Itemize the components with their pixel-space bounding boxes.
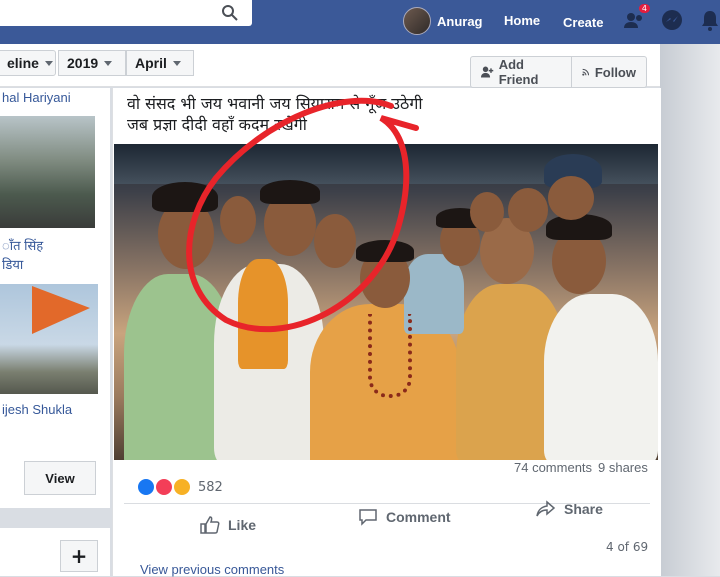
notifications-icon[interactable] [698,8,720,32]
friend-name-2-line2[interactable]: डिया [2,255,23,273]
top-navigation-bar: Anurag Home Create 4 [0,0,720,44]
month-select[interactable]: April [126,50,194,76]
create-link[interactable]: Create [563,15,603,30]
wow-reaction-icon [172,477,192,497]
rss-icon [582,68,590,76]
highlight-circle [186,97,419,333]
profile-name: Anurag [437,13,483,29]
profile-link[interactable]: Anurag [403,7,483,35]
follow-button[interactable]: Follow [571,56,647,88]
comments-pager: 4 of 69 [606,540,649,554]
home-link[interactable]: Home [504,13,540,28]
search-icon[interactable] [220,4,240,22]
friend-requests-icon[interactable]: 4 [622,4,650,32]
add-friend-icon [481,66,494,78]
friend-photo-1[interactable] [0,116,95,228]
messenger-icon[interactable] [660,8,684,32]
share-label: Share [564,501,603,517]
view-previous-comments-link[interactable]: View previous comments [140,562,284,577]
year-select[interactable]: 2019 [58,50,126,76]
timeline-select-label: eline [7,55,39,71]
add-button[interactable]: + [60,540,98,572]
view-button[interactable]: View [24,461,96,495]
love-reaction-icon [154,477,174,497]
friend-name-2-line1[interactable]: ाँत सिंह [2,236,43,254]
chevron-down-icon [104,60,113,66]
comment-button[interactable]: Comment [358,508,451,526]
add-friend-label: Add Friend [498,57,539,87]
face-9 [548,176,594,220]
flag-image [32,286,90,334]
shares-count[interactable]: 9 shares [598,460,648,475]
comment-icon [359,509,377,526]
avatar [403,7,431,35]
year-select-label: 2019 [67,55,99,71]
friend-name-3[interactable]: ijesh Shukla [2,402,72,417]
follow-label: Follow [594,64,636,80]
right-background [660,44,720,576]
add-friend-button[interactable]: Add Friend [470,56,572,88]
person-white-kurta [544,294,658,460]
like-button[interactable]: Like [200,516,256,534]
comments-count[interactable]: 74 comments [514,460,592,475]
face-11 [470,192,504,232]
friend-name-1[interactable]: hal Hariyani [2,90,71,105]
like-reaction-icon [136,477,156,497]
chevron-down-icon [44,60,53,66]
comment-label: Comment [386,509,451,525]
like-label: Like [228,517,257,533]
reactions-count: 582 [198,479,223,495]
share-button[interactable]: Share [536,500,603,518]
share-icon [536,500,556,517]
thumbs-up-icon [200,516,220,534]
month-select-label: April [135,55,167,71]
search-input[interactable] [0,0,252,26]
reactions-summary[interactable]: 582 [136,477,223,497]
timeline-select[interactable]: eline [0,50,56,76]
friend-requests-badge: 4 [638,4,650,13]
chevron-down-icon [172,60,181,66]
face-10 [508,188,548,232]
